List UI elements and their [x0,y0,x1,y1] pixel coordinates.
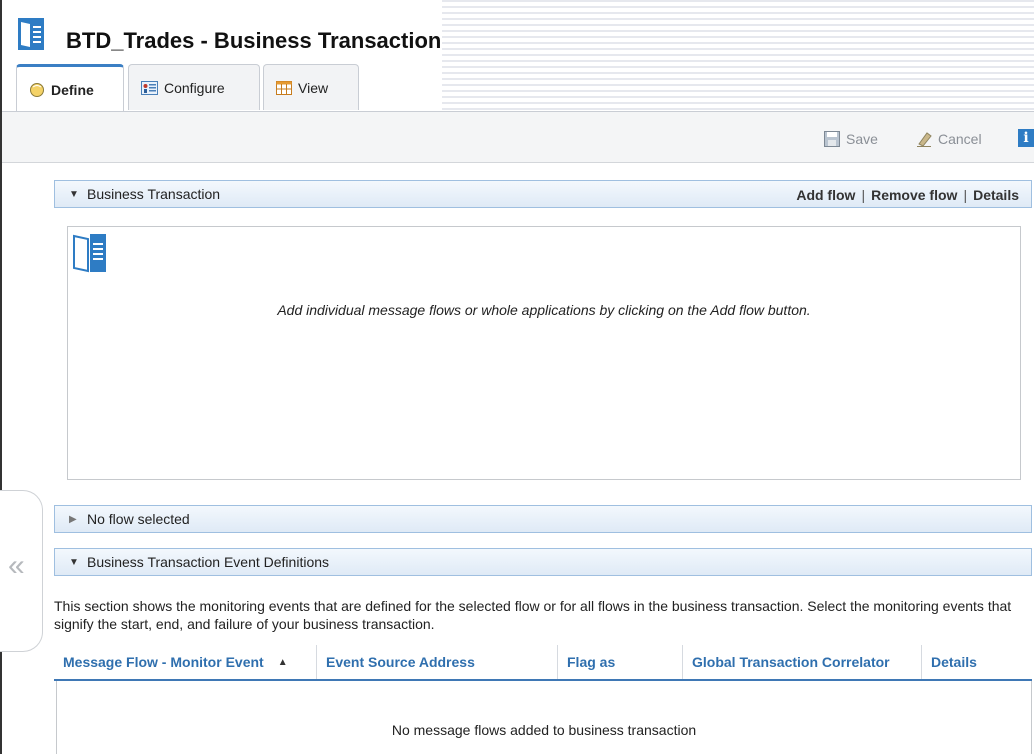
column-header-flag-as[interactable]: Flag as [558,645,683,679]
collapse-triangle-icon[interactable]: ▼ [55,557,87,568]
cancel-button[interactable]: Cancel [916,131,982,147]
section-title: Business Transaction Event Definitions [87,554,330,570]
section-title: Business Transaction [87,186,221,202]
column-header-details[interactable]: Details [922,645,1032,679]
column-header-event-source[interactable]: Event Source Address [317,645,558,679]
remove-flow-link[interactable]: Remove flow [871,187,957,203]
collapse-triangle-icon[interactable]: ▼ [55,189,87,200]
column-header-correlator[interactable]: Global Transaction Correlator [683,645,922,679]
table-view-icon [276,80,292,95]
flow-canvas: Add individual message flows or whole ap… [67,226,1021,480]
info-button[interactable]: i [1018,129,1034,147]
expand-triangle-icon[interactable]: ▶ [55,514,87,525]
column-label: Details [931,654,977,670]
toolbar: Save Cancel i [2,112,1034,163]
event-definitions-section-header[interactable]: ▼ Business Transaction Event Definitions [54,548,1032,576]
empty-canvas-message: Add individual message flows or whole ap… [277,302,811,318]
details-link[interactable]: Details [973,187,1019,203]
define-icon [29,82,45,98]
link-separator: | [963,187,968,203]
header-stripes [442,0,1034,110]
business-transaction-icon [73,234,106,273]
flow-section-header[interactable]: ▶ No flow selected [54,505,1032,533]
empty-table-message: No message flows added to business trans… [391,722,697,738]
tab-configure-label: Configure [164,79,225,96]
page-header: BTD_Trades - Business Transaction [2,0,1034,110]
save-button-label: Save [846,131,878,147]
column-label: Event Source Address [326,654,475,670]
expand-panel-icon[interactable]: « [8,551,25,581]
column-header-monitor-event[interactable]: Message Flow - Monitor Event ▲ [54,645,317,679]
tab-configure[interactable]: Configure [128,64,260,110]
tab-view[interactable]: View [263,64,359,110]
tab-define[interactable]: Define [16,64,124,112]
sort-ascending-icon: ▲ [277,656,288,668]
save-button[interactable]: Save [824,131,878,147]
events-table-header: Message Flow - Monitor Event ▲ Event Sou… [54,645,1032,681]
column-label: Global Transaction Correlator [692,654,890,670]
info-icon: i [1018,129,1034,147]
events-table-body: No message flows added to business trans… [56,681,1032,754]
save-icon [824,131,840,147]
tab-define-label: Define [51,81,94,98]
column-label: Flag as [567,654,616,670]
tab-view-label: View [298,79,329,96]
section-title: No flow selected [87,511,190,527]
cancel-button-label: Cancel [938,131,982,147]
eraser-icon [916,131,932,147]
configure-icon [141,80,158,95]
column-label: Message Flow - Monitor Event [63,654,264,670]
business-transaction-icon [18,18,44,50]
add-flow-link[interactable]: Add flow [796,187,855,203]
section-actions: Add flow | Remove flow | Details [796,187,1019,203]
link-separator: | [861,187,866,203]
page-title: BTD_Trades - Business Transaction [66,28,442,53]
business-transaction-section-header[interactable]: ▼ Business Transaction Add flow | Remove… [54,180,1032,208]
event-definitions-description: This section shows the monitoring events… [54,598,1012,632]
